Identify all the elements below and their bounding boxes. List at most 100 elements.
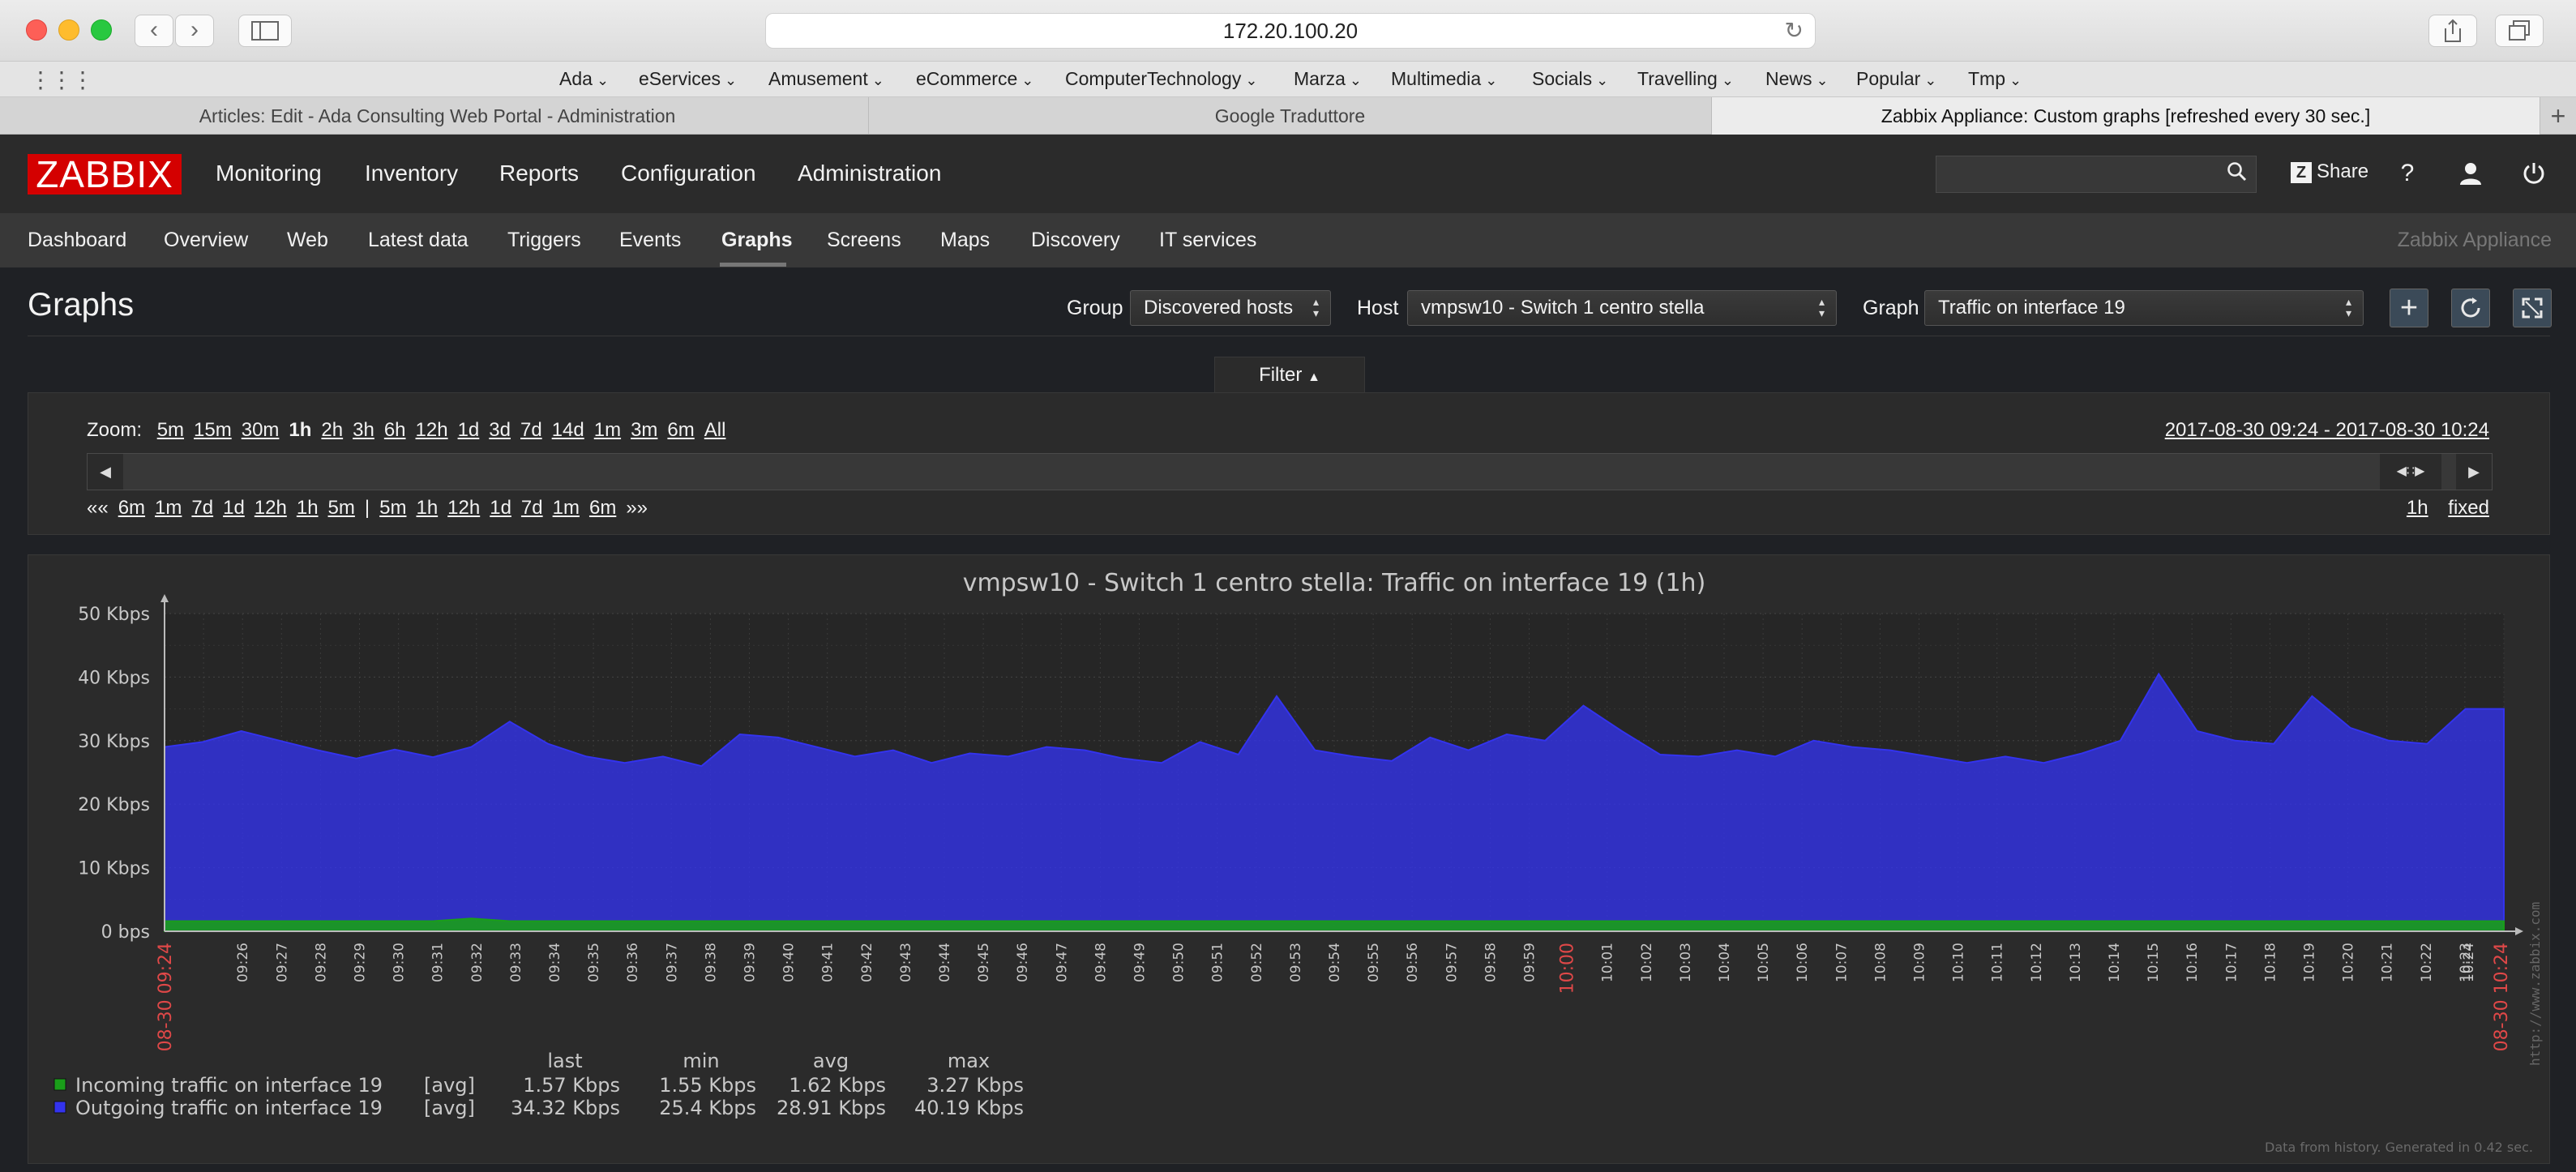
nav-monitoring[interactable]: Monitoring [216, 160, 322, 186]
nav-forward-option[interactable]: 1d [490, 497, 511, 519]
favorite-folder[interactable]: Popular [1856, 68, 1936, 90]
browser-tab[interactable]: Articles: Edit - Ada Consulting Web Port… [6, 97, 869, 135]
group-select[interactable]: Discovered hosts [1130, 290, 1331, 326]
favorite-folder[interactable]: Marza [1294, 68, 1362, 90]
back-button[interactable]: ‹ [135, 15, 173, 47]
nav-forward-option[interactable]: 1h [416, 497, 438, 519]
scroll-handle-icon[interactable]: ◀∷▶ [2380, 454, 2441, 490]
new-tab-button[interactable]: + [2540, 97, 2576, 135]
x-tick-label: 10:03 [1678, 943, 1694, 982]
favorite-folder[interactable]: Tmp [1968, 68, 2022, 90]
zoom-option[interactable]: 30m [242, 419, 280, 441]
zoom-option[interactable]: 1h [289, 419, 311, 441]
zoom-option[interactable]: 1m [594, 419, 621, 441]
nav-back-option[interactable]: 5m [328, 497, 355, 519]
subnav-triggers[interactable]: Triggers [507, 229, 581, 252]
minimize-window-button[interactable] [58, 19, 79, 41]
favorite-folder[interactable]: Amusement [768, 68, 884, 90]
nav-back-option[interactable]: 1m [155, 497, 182, 519]
zoom-option[interactable]: 3d [489, 419, 511, 441]
zoom-option[interactable]: 15m [194, 419, 232, 441]
subnav-web[interactable]: Web [287, 229, 328, 252]
subnav-latest-data[interactable]: Latest data [368, 229, 469, 252]
grid-icon[interactable]: ⋮⋮⋮ [29, 66, 94, 93]
sidebar-icon [251, 21, 279, 41]
subnav-dashboard[interactable]: Dashboard [28, 229, 126, 252]
subnav-overview[interactable]: Overview [164, 229, 248, 252]
reload-icon[interactable]: ↻ [1785, 14, 1804, 48]
nav-administration[interactable]: Administration [798, 160, 941, 186]
nav-back-option[interactable]: «« [87, 497, 109, 519]
x-tick-label: 10:05 [1756, 943, 1772, 982]
nav-reports[interactable]: Reports [499, 160, 579, 186]
zoom-option[interactable]: 14d [552, 419, 584, 441]
scroll-right-arrow-icon[interactable]: ▶ [2456, 454, 2492, 490]
zoom-option[interactable]: 3h [353, 419, 374, 441]
zoom-option[interactable]: 1d [458, 419, 480, 441]
graph-select[interactable]: Traffic on interface 19 [1924, 290, 2364, 326]
zoom-option[interactable]: 12h [416, 419, 448, 441]
address-bar[interactable]: 172.20.100.20 ↻ [765, 13, 1816, 49]
sidebar-toggle-button[interactable] [238, 15, 292, 47]
favorite-folder[interactable]: eCommerce [916, 68, 1033, 90]
search-input[interactable] [1936, 156, 2257, 193]
nav-back-option[interactable]: 1h [297, 497, 319, 519]
period-value[interactable]: 1h [2407, 497, 2428, 519]
nav-configuration[interactable]: Configuration [621, 160, 756, 186]
favorite-folder[interactable]: eServices [639, 68, 737, 90]
favorite-folder[interactable]: ComputerTechnology [1065, 68, 1257, 90]
user-profile-button[interactable] [2454, 157, 2487, 190]
favorite-folder[interactable]: News [1765, 68, 1829, 90]
nav-forward-option[interactable]: 6m [589, 497, 616, 519]
browser-tab-active[interactable]: Zabbix Appliance: Custom graphs [refresh… [1712, 97, 2540, 135]
zoom-option[interactable]: 3m [631, 419, 657, 441]
subnav-events[interactable]: Events [619, 229, 681, 252]
zoom-option[interactable]: All [704, 419, 726, 441]
zoom-option[interactable]: 6h [384, 419, 406, 441]
nav-back-option[interactable]: 1d [223, 497, 245, 519]
logout-button[interactable] [2518, 157, 2550, 190]
favorite-folder[interactable]: Travelling [1637, 68, 1734, 90]
nav-inventory[interactable]: Inventory [365, 160, 458, 186]
refresh-button[interactable] [2451, 289, 2490, 327]
date-range[interactable]: 2017-08-30 09:24 - 2017-08-30 10:24 [2165, 419, 2489, 442]
nav-forward-option[interactable]: »» [626, 497, 648, 519]
fixed-toggle[interactable]: fixed [2448, 497, 2489, 519]
subnav-discovery[interactable]: Discovery [1031, 229, 1120, 252]
close-window-button[interactable] [26, 19, 47, 41]
host-select[interactable]: vmpsw10 - Switch 1 centro stella [1407, 290, 1837, 326]
scroll-left-arrow-icon[interactable]: ◀ [88, 454, 123, 490]
share-page-button[interactable] [2428, 15, 2477, 47]
favorite-folder[interactable]: Multimedia [1391, 68, 1497, 90]
zoom-option[interactable]: 2h [321, 419, 343, 441]
share-button[interactable]: Z Share [2291, 160, 2368, 183]
add-to-favorites-button[interactable]: + [2390, 289, 2428, 327]
zoom-window-button[interactable] [91, 19, 112, 41]
subnav-graphs[interactable]: Graphs [721, 229, 793, 252]
favorite-folder[interactable]: Socials [1532, 68, 1608, 90]
subnav-it-services[interactable]: IT services [1159, 229, 1256, 252]
zabbix-logo[interactable]: ZABBIX [28, 154, 182, 195]
filter-toggle-tab[interactable]: Filter ▲ [1214, 357, 1365, 392]
show-all-tabs-button[interactable] [2495, 15, 2544, 47]
help-button[interactable]: ? [2391, 157, 2424, 190]
zoom-option[interactable]: 7d [520, 419, 542, 441]
nav-back-option[interactable]: 12h [255, 497, 287, 519]
subnav-screens[interactable]: Screens [827, 229, 901, 252]
browser-tab[interactable]: Google Traduttore [869, 97, 1712, 135]
nav-forward-option[interactable]: 5m [379, 497, 406, 519]
zoom-option[interactable]: 5m [157, 419, 184, 441]
favorite-folder[interactable]: Ada [559, 68, 609, 90]
x-tick-label: 09:32 [469, 943, 486, 982]
fullscreen-button[interactable] [2513, 289, 2552, 327]
nav-forward-option[interactable]: 7d [521, 497, 543, 519]
search-icon[interactable] [2227, 161, 2248, 182]
subnav-maps[interactable]: Maps [940, 229, 990, 252]
nav-forward-option[interactable]: 1m [553, 497, 580, 519]
zoom-option[interactable]: 6m [667, 419, 694, 441]
time-scrollbar[interactable]: ◀ ◀∷▶ ▶ [87, 453, 2493, 490]
nav-forward-option[interactable]: 12h [447, 497, 480, 519]
nav-back-option[interactable]: 6m [118, 497, 145, 519]
forward-button[interactable]: › [175, 15, 214, 47]
nav-back-option[interactable]: 7d [191, 497, 213, 519]
